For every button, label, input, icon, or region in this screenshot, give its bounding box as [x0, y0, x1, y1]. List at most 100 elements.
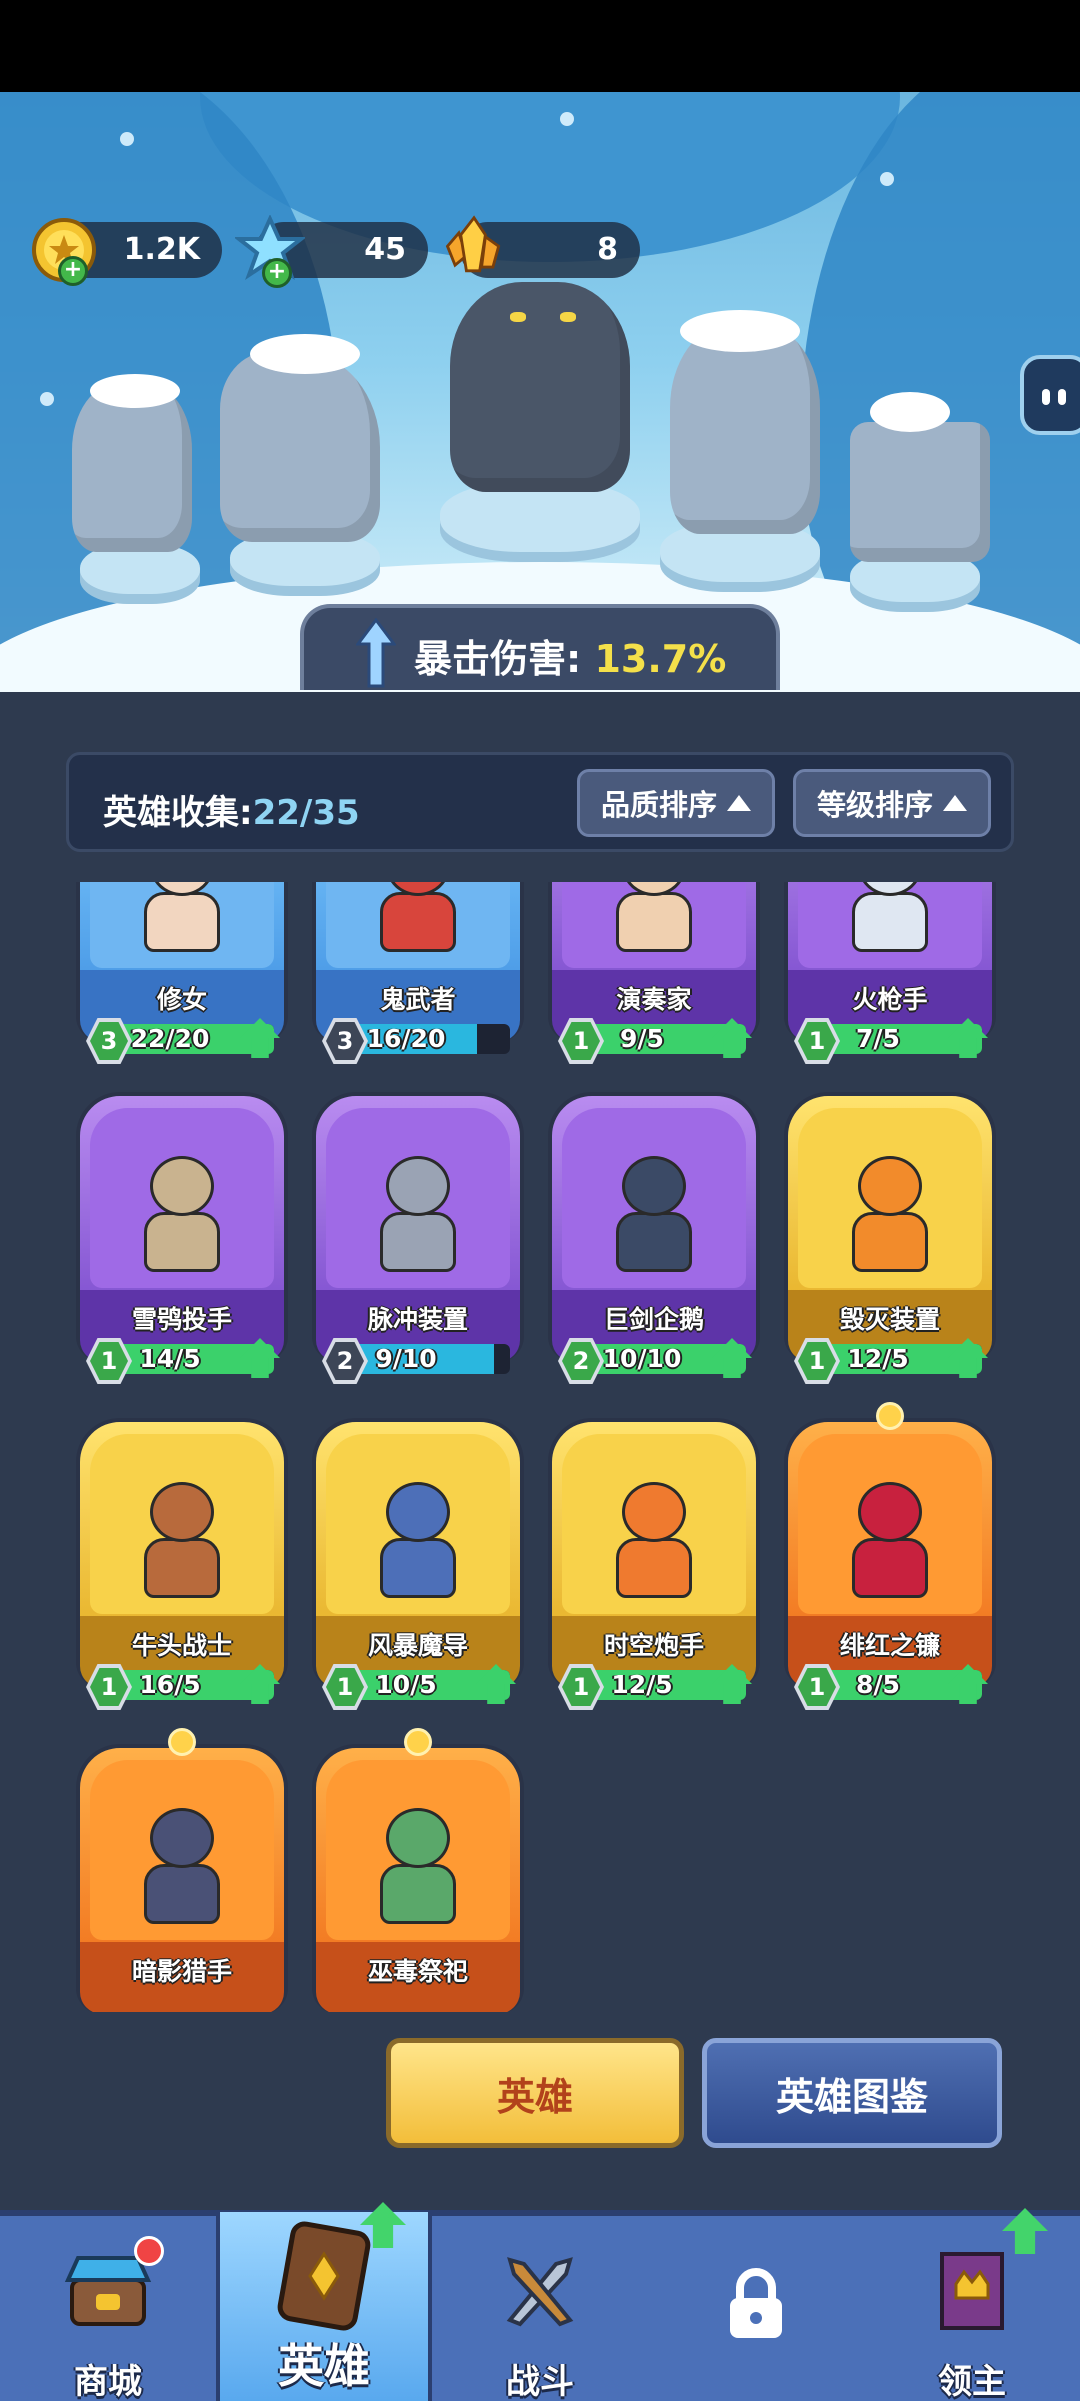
crystal-icon[interactable] — [438, 214, 510, 286]
hero-body — [144, 1538, 220, 1598]
crystal-amount: 8 — [597, 232, 618, 267]
snowflake — [880, 172, 894, 186]
hero-card[interactable]: 绯红之镰 8/5 1 — [784, 1396, 996, 1718]
hero-card[interactable]: 暗影猎手 — [76, 1722, 288, 2012]
heroes-tab-label: 英雄 — [496, 2074, 573, 2119]
sort-by-level-button[interactable]: 等级排序 — [793, 769, 991, 837]
hero-card[interactable]: 毁灭装置 12/5 1 — [784, 1092, 996, 1392]
hero-portrait-icon — [362, 1482, 474, 1608]
hero-codex-button[interactable]: 英雄图鉴 — [702, 2038, 1002, 2148]
hero-card[interactable]: 巫毒祭祀 — [312, 1722, 524, 2012]
heroes-tab-button[interactable]: 英雄 — [386, 2038, 684, 2148]
collection-label: 英雄收集:22/35 — [103, 785, 360, 834]
hero-shard-progress: 16/20 3 — [322, 1018, 514, 1064]
nav-locked[interactable] — [648, 2216, 864, 2401]
hero-card-frame: 牛头战士 — [76, 1418, 288, 1688]
hero-card[interactable]: 修女 22/20 3 — [76, 882, 288, 1072]
gem-amount: 45 — [364, 232, 406, 267]
hero-card-frame: 巫毒祭祀 — [312, 1744, 524, 2012]
hero-head — [622, 1156, 686, 1216]
hero-card[interactable]: 牛头战士 16/5 1 — [76, 1418, 288, 1718]
nav-shop[interactable]: 商城 — [0, 2216, 216, 2401]
hero-name: 暗影猎手 — [131, 1957, 232, 1986]
add-gold-icon[interactable]: + — [58, 256, 88, 286]
ice-statue[interactable] — [670, 324, 820, 534]
hero-name: 演奏家 — [616, 985, 692, 1014]
hero-card[interactable]: 雪鸮投手 14/5 1 — [76, 1092, 288, 1392]
nav-lord[interactable]: 领主 — [864, 2208, 1080, 2401]
hero-head — [386, 1482, 450, 1542]
hero-statue-scene — [0, 92, 1080, 692]
hero-head — [386, 1156, 450, 1216]
hero-card-icon — [277, 2221, 371, 2331]
hero-card[interactable]: 鬼武者 16/20 3 — [312, 882, 524, 1072]
dragon-eye — [560, 312, 576, 322]
gold-coin-icon[interactable]: + — [28, 214, 100, 286]
nav-heroes[interactable]: 英雄 — [216, 2202, 432, 2401]
hero-name: 鬼武者 — [380, 985, 456, 1014]
hero-name: 风暴魔导 — [367, 1631, 468, 1660]
hero-body — [144, 892, 220, 952]
dot-icon — [1042, 389, 1050, 405]
gold-amount: 1.2K — [123, 232, 200, 267]
nav-shop-label: 商城 — [74, 2362, 142, 2401]
hero-card[interactable]: 演奏家 9/5 1 — [548, 882, 760, 1072]
ice-statue[interactable] — [850, 422, 990, 562]
hero-portrait-icon — [598, 882, 710, 962]
status-bar — [0, 0, 1080, 92]
sort-up-icon — [943, 795, 967, 811]
hero-level: 1 — [326, 1668, 364, 1706]
ice-gem-icon[interactable]: + — [234, 214, 306, 288]
nav-battle[interactable]: 战斗 — [432, 2216, 648, 2401]
hero-head — [858, 1156, 922, 1216]
hero-portrait-icon — [126, 1482, 238, 1608]
hero-body — [380, 1864, 456, 1924]
hero-head — [858, 1482, 922, 1542]
hero-shard-progress: 12/5 1 — [794, 1338, 988, 1384]
ice-statue[interactable] — [220, 352, 380, 542]
crit-damage-value: 13.7% — [594, 637, 727, 681]
snowflake — [40, 392, 54, 406]
lock-icon — [730, 2268, 782, 2338]
side-menu-button[interactable] — [1020, 355, 1080, 435]
hero-name: 脉冲装置 — [367, 1305, 468, 1334]
dragon-statue[interactable] — [450, 282, 630, 492]
hero-card[interactable]: 巨剑企鹅 10/10 2 — [548, 1092, 760, 1392]
hero-name: 时空炮手 — [603, 1631, 704, 1660]
hero-card[interactable]: 火枪手 7/5 1 — [784, 882, 996, 1072]
upgrade-arrow-icon — [1002, 2208, 1048, 2254]
add-gem-icon[interactable]: + — [262, 258, 292, 288]
hero-body — [852, 1212, 928, 1272]
hero-card[interactable]: 时空炮手 12/5 1 — [548, 1418, 760, 1718]
hero-level: 1 — [562, 1668, 600, 1706]
hero-card[interactable]: 风暴魔导 10/5 1 — [312, 1418, 524, 1718]
hero-body — [144, 1864, 220, 1924]
hero-portrait-icon — [834, 882, 946, 962]
hero-card[interactable]: 脉冲装置 9/10 2 — [312, 1092, 524, 1392]
snow-cap — [870, 392, 950, 432]
hero-level: 1 — [562, 1022, 600, 1060]
snow-cap — [90, 374, 180, 408]
hero-level: 1 — [90, 1342, 128, 1380]
hero-portrait-icon — [126, 882, 238, 962]
hero-portrait-icon — [598, 1482, 710, 1608]
hero-level: 2 — [326, 1342, 364, 1380]
dot-icon — [1058, 389, 1066, 405]
crit-damage-label: 暴击伤害: — [414, 637, 582, 681]
snowflake — [560, 112, 574, 126]
sort-by-quality-button[interactable]: 品质排序 — [577, 769, 775, 837]
banner-flag-icon — [940, 2252, 1004, 2330]
nav-heroes-label: 英雄 — [278, 2339, 370, 2393]
hero-level: 3 — [90, 1022, 128, 1060]
hero-level: 2 — [562, 1342, 600, 1380]
hero-shard-progress: 14/5 1 — [86, 1338, 280, 1384]
dragon-eye — [510, 312, 526, 322]
hero-head — [622, 1482, 686, 1542]
hero-body — [144, 1212, 220, 1272]
hero-body — [852, 892, 928, 952]
hero-name: 巨剑企鹅 — [603, 1305, 704, 1334]
hero-level: 1 — [798, 1022, 836, 1060]
hero-name: 雪鸮投手 — [131, 1305, 232, 1334]
hero-shard-progress: 8/5 1 — [794, 1664, 988, 1710]
hero-level: 1 — [90, 1668, 128, 1706]
